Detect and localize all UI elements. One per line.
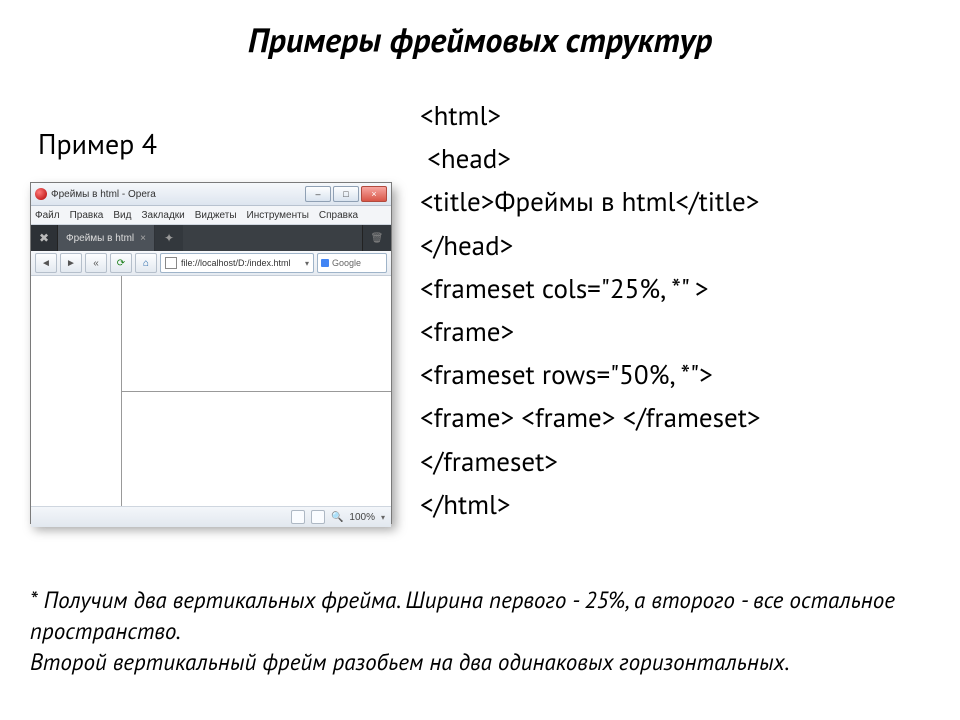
- zoom-icon[interactable]: 🔍: [331, 512, 343, 523]
- footnote-line-1: * Получим два вертикальных фрейма. Ширин…: [30, 585, 910, 647]
- code-line: <frame>: [420, 315, 514, 349]
- tabstrip: ✖ Фреймы в html × ✦ 🗑: [31, 225, 391, 251]
- panel-toggle-icon[interactable]: ✖: [31, 225, 58, 251]
- frame-right-top: [122, 276, 391, 392]
- opera-icon: [35, 188, 47, 200]
- code-listing: <html> <head> <title>Фреймы в html</titl…: [420, 95, 940, 527]
- slide: Примеры фреймовых структур Пример 4 Фрей…: [0, 0, 960, 720]
- zoom-dropdown-icon[interactable]: ▾: [381, 513, 385, 522]
- navbar: ◄ ► « ⟳ ⌂ file://localhost/D:/index.html…: [31, 251, 391, 276]
- code-line: <frame> <frame> </frameset>: [420, 401, 761, 435]
- tab-close-icon[interactable]: ×: [140, 233, 146, 244]
- fit-width-icon[interactable]: [291, 510, 305, 524]
- file-icon: [165, 257, 177, 269]
- closed-tabs-icon[interactable]: 🗑: [362, 225, 391, 251]
- rewind-button[interactable]: «: [85, 253, 107, 273]
- menu-file[interactable]: Файл: [35, 210, 60, 221]
- menu-widgets[interactable]: Виджеты: [195, 210, 237, 221]
- menu-help[interactable]: Справка: [319, 210, 358, 221]
- window-title: Фреймы в html - Opera: [51, 189, 301, 200]
- zoom-value: 100%: [349, 512, 375, 523]
- google-icon: [321, 259, 329, 267]
- url-text: file://localhost/D:/index.html: [181, 258, 291, 268]
- statusbar: 🔍 100% ▾: [31, 506, 391, 527]
- code-line: <html>: [420, 99, 501, 133]
- home-button[interactable]: ⌂: [135, 253, 157, 273]
- code-line: </head>: [420, 229, 513, 263]
- forward-button[interactable]: ►: [60, 253, 82, 273]
- menubar: Файл Правка Вид Закладки Виджеты Инструм…: [31, 206, 391, 225]
- image-mode-icon[interactable]: [311, 510, 325, 524]
- code-line: </frameset>: [420, 445, 558, 479]
- url-input[interactable]: file://localhost/D:/index.html ▾: [160, 253, 314, 273]
- chevron-down-icon[interactable]: ▾: [305, 259, 309, 268]
- search-input[interactable]: Google: [317, 253, 387, 273]
- window-buttons: – □ ×: [305, 186, 387, 202]
- code-line: <title>Фреймы в html</title>: [420, 185, 759, 219]
- menu-edit[interactable]: Правка: [70, 210, 104, 221]
- code-line: </html>: [420, 488, 511, 522]
- menu-view[interactable]: Вид: [113, 210, 131, 221]
- footnote: * Получим два вертикальных фрейма. Ширин…: [30, 585, 910, 678]
- frame-left: [31, 276, 122, 506]
- page-title: Примеры фреймовых структур: [0, 18, 960, 62]
- example-label: Пример 4: [38, 125, 157, 162]
- frameset-preview: [31, 276, 391, 506]
- reload-button[interactable]: ⟳: [110, 253, 132, 273]
- code-line: <frameset rows="50%, *">: [420, 358, 713, 392]
- frame-right-container: [122, 276, 391, 506]
- tab-label: Фреймы в html: [66, 233, 134, 244]
- search-placeholder: Google: [332, 258, 361, 268]
- minimize-button[interactable]: –: [305, 186, 331, 202]
- maximize-button[interactable]: □: [333, 186, 359, 202]
- menu-tools[interactable]: Инструменты: [247, 210, 309, 221]
- new-tab-button[interactable]: ✦: [155, 225, 183, 251]
- close-button[interactable]: ×: [361, 186, 387, 202]
- titlebar: Фреймы в html - Opera – □ ×: [31, 183, 391, 206]
- browser-window: Фреймы в html - Opera – □ × Файл Правка …: [30, 182, 392, 524]
- browser-tab[interactable]: Фреймы в html ×: [58, 225, 155, 251]
- code-line: <head>: [420, 142, 511, 176]
- back-button[interactable]: ◄: [35, 253, 57, 273]
- menu-bookmarks[interactable]: Закладки: [141, 210, 184, 221]
- frame-right-bottom: [122, 392, 391, 506]
- code-line: <frameset cols="25%, *" >: [420, 272, 709, 306]
- footnote-line-2: Второй вертикальный фрейм разобьем на дв…: [30, 647, 910, 678]
